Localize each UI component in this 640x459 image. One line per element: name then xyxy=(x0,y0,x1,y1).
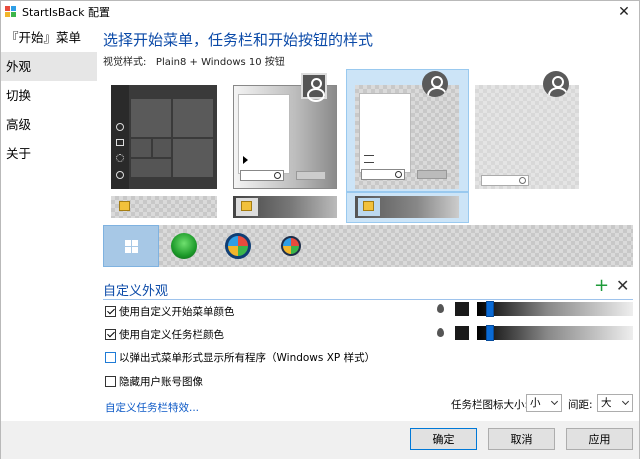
option-custom-taskbar-color[interactable]: 使用自定义任务栏颜色 xyxy=(105,327,224,342)
spacing-select[interactable]: 大 xyxy=(597,394,633,412)
start-button-clover[interactable] xyxy=(171,233,197,259)
apply-button[interactable]: 应用 xyxy=(566,428,633,450)
config-window: StartIsBack 配置 ✕ 『开始』菜单 外观 切换 高级 关于 选择开始… xyxy=(0,0,640,459)
select-value: 小 xyxy=(530,397,541,409)
spacing-label: 间距: xyxy=(568,399,593,411)
user-avatar-icon xyxy=(301,73,327,102)
taskbar-style-dark-gradient[interactable] xyxy=(233,196,337,218)
sidebar-item-start-menu[interactable]: 『开始』菜单 xyxy=(1,23,97,52)
slider-thumb[interactable] xyxy=(486,301,494,317)
option-label: 使用自定义任务栏颜色 xyxy=(119,329,224,341)
sidebar-item-appearance[interactable]: 外观 xyxy=(1,52,97,81)
custom-appearance-title: 自定义外观 xyxy=(103,284,169,299)
chevron-down-icon xyxy=(621,397,630,406)
start-menu-color-slider[interactable] xyxy=(477,301,633,317)
sidebar-item-switching[interactable]: 切换 xyxy=(1,81,97,110)
search-icon xyxy=(361,169,405,180)
app-icon xyxy=(5,6,17,18)
opacity-drop-icon xyxy=(437,328,444,337)
option-hide-user-picture[interactable]: 隐藏用户账号图像 xyxy=(105,374,203,389)
appearance-panel: 选择开始菜单，任务栏和开始按钮的样式 视觉样式: Plain8 + Window… xyxy=(97,23,639,421)
option-xp-style-programs[interactable]: 以弹出式菜单形式显示所有程序（Windows XP 样式） xyxy=(105,350,375,365)
taskbar-icon-size-select[interactable]: 小 xyxy=(526,394,562,412)
checkbox[interactable] xyxy=(105,329,116,340)
cancel-button[interactable]: 取消 xyxy=(488,428,555,450)
sidebar-item-label: 高级 xyxy=(6,117,32,132)
search-icon xyxy=(481,175,529,186)
folder-icon xyxy=(119,201,130,211)
folder-icon xyxy=(241,201,252,211)
option-custom-start-color[interactable]: 使用自定义开始菜单颜色 xyxy=(105,304,235,319)
sidebar-item-about[interactable]: 关于 xyxy=(1,139,97,168)
start-button-windows10[interactable] xyxy=(103,225,159,267)
page-title: 选择开始菜单，任务栏和开始按钮的样式 xyxy=(103,31,374,49)
section-divider xyxy=(103,299,633,300)
taskbar-icon-size-label: 任务栏图标大小: xyxy=(451,399,529,411)
taskbar-color-slider-row xyxy=(437,325,633,341)
start-menu-style-dark-tiles[interactable] xyxy=(111,85,217,189)
visual-style-value: Plain8 + Windows 10 按钮 xyxy=(155,57,285,68)
sidebar-item-label: 『开始』菜单 xyxy=(6,30,82,45)
checkbox[interactable] xyxy=(105,352,116,363)
visual-style-label: 视觉样式: xyxy=(103,57,147,68)
footer: 确定 取消 应用 xyxy=(1,421,639,459)
visual-style-info: 视觉样式: Plain8 + Windows 10 按钮 xyxy=(103,53,285,68)
color-swatch[interactable] xyxy=(455,302,469,316)
remove-icon[interactable]: ✕ xyxy=(616,276,629,295)
chevron-down-icon xyxy=(550,397,559,406)
start-button-row xyxy=(103,225,633,267)
close-icon[interactable]: ✕ xyxy=(609,1,639,23)
folder-icon xyxy=(363,201,374,211)
search-icon xyxy=(240,170,284,181)
start-menu-style-checker[interactable] xyxy=(355,85,459,189)
opacity-drop-icon xyxy=(437,304,444,313)
title-bar: StartIsBack 配置 ✕ xyxy=(1,1,639,23)
sidebar-item-advanced[interactable]: 高级 xyxy=(1,110,97,139)
checkbox[interactable] xyxy=(105,376,116,387)
color-swatch[interactable] xyxy=(455,326,469,340)
start-menu-style-light[interactable] xyxy=(475,85,579,189)
start-button-vista[interactable] xyxy=(281,236,301,256)
taskbar-effects-link[interactable]: 自定义任务栏特效... xyxy=(105,400,199,415)
add-icon[interactable]: + xyxy=(594,275,609,296)
option-label: 隐藏用户账号图像 xyxy=(119,376,203,388)
ok-button[interactable]: 确定 xyxy=(410,428,477,450)
option-label: 以弹出式菜单形式显示所有程序（Windows XP 样式） xyxy=(119,352,376,364)
sidebar-item-label: 关于 xyxy=(6,146,32,161)
sidebar-item-label: 外观 xyxy=(6,59,32,74)
slider-thumb[interactable] xyxy=(486,325,494,341)
taskbar-color-slider[interactable] xyxy=(477,325,633,341)
sidebar: 『开始』菜单 外观 切换 高级 关于 xyxy=(1,23,97,421)
window-title: StartIsBack 配置 xyxy=(22,6,111,19)
taskbar-style-blue-gradient[interactable] xyxy=(355,196,459,218)
option-label: 使用自定义开始菜单颜色 xyxy=(119,306,235,318)
user-avatar-icon xyxy=(543,71,569,97)
user-avatar-icon xyxy=(422,71,448,97)
start-menu-color-slider-row xyxy=(437,301,633,317)
sidebar-item-label: 切换 xyxy=(6,88,32,103)
checkbox[interactable] xyxy=(105,306,116,317)
select-value: 大 xyxy=(601,397,612,409)
start-button-windows7[interactable] xyxy=(225,233,251,259)
taskbar-style-plain[interactable] xyxy=(111,196,217,218)
